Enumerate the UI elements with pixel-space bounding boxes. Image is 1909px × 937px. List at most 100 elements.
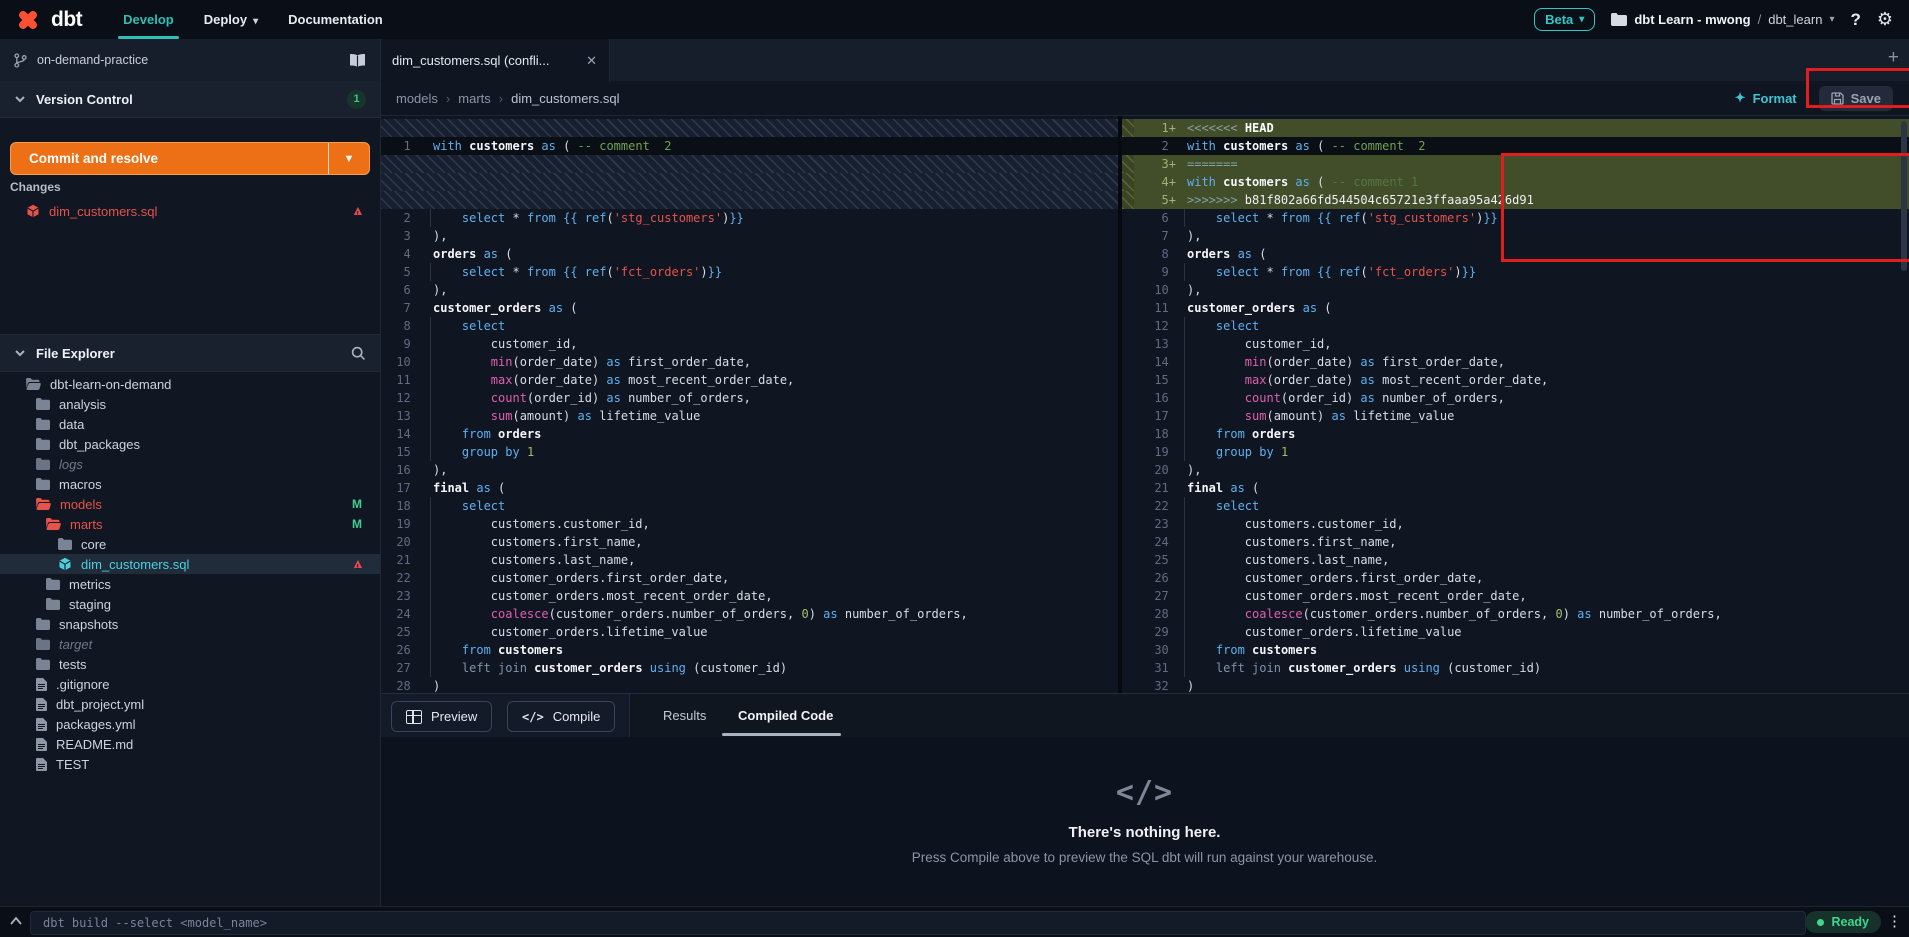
code-line[interactable]: 10 min(order_date) as first_order_date, [380, 353, 1118, 371]
code-line[interactable]: 5 select * from {{ ref('fct_orders')}} [380, 263, 1118, 281]
code-line[interactable]: 21 final as ( [1122, 479, 1909, 497]
code-line[interactable]: 18 select [380, 497, 1118, 515]
docs-book-icon[interactable] [349, 54, 366, 67]
code-line[interactable]: 21 customers.last_name, [380, 551, 1118, 569]
code-line[interactable]: 9 customer_id, [380, 335, 1118, 353]
tab-compiled-code[interactable]: Compiled Code [738, 694, 833, 738]
code-line[interactable]: 15 group by 1 [380, 443, 1118, 461]
tab-results[interactable]: Results [663, 694, 706, 738]
code-line[interactable]: 3 ), [380, 227, 1118, 245]
tree-item-macros[interactable]: macros [0, 474, 380, 494]
code-line[interactable]: 25 customer_orders.lifetime_value [380, 623, 1118, 641]
code-line[interactable]: 14 min(order_date) as first_order_date, [1122, 353, 1909, 371]
code-line[interactable]: 27 customer_orders.most_recent_order_dat… [1122, 587, 1909, 605]
new-tab-button[interactable]: + [1888, 47, 1899, 69]
code-line[interactable]: 26 customer_orders.first_order_date, [1122, 569, 1909, 587]
tree-item-packages-yml[interactable]: packages.yml [0, 714, 380, 734]
code-line[interactable]: 12 select [1122, 317, 1909, 335]
tree-item-dbt-project-yml[interactable]: dbt_project.yml [0, 694, 380, 714]
format-button[interactable]: ✦ Format [1735, 90, 1797, 106]
code-line[interactable]: 1 with customers as ( -- comment 2 [380, 137, 1118, 155]
code-line[interactable]: 30 from customers [1122, 641, 1909, 659]
code-line[interactable]: 27 left join customer_orders using (cust… [380, 659, 1118, 677]
version-control-header[interactable]: Version Control 1 [0, 81, 380, 118]
code-line[interactable]: 23 customer_orders.most_recent_order_dat… [380, 587, 1118, 605]
code-line[interactable]: 29 customer_orders.lifetime_value [1122, 623, 1909, 641]
tree-item-staging[interactable]: staging [0, 594, 380, 614]
code-line[interactable]: 14 from orders [380, 425, 1118, 443]
nav-item-develop[interactable]: Develop [108, 0, 189, 39]
code-line[interactable]: 13 customer_id, [1122, 335, 1909, 353]
code-line[interactable]: 9 select * from {{ ref('fct_orders')}} [1122, 263, 1909, 281]
code-line[interactable]: 1+<<<<<<< HEAD [1122, 119, 1909, 137]
code-line[interactable]: 18 from orders [1122, 425, 1909, 443]
breadcrumb-item[interactable]: marts [458, 91, 491, 106]
editor-pane-result[interactable]: 1 with customers as ( -- comment 2 2 sel… [380, 115, 1118, 693]
nav-item-deploy[interactable]: Deploy▾ [189, 0, 273, 39]
code-line[interactable]: 11 max(order_date) as most_recent_order_… [380, 371, 1118, 389]
code-line[interactable]: 24 customers.first_name, [1122, 533, 1909, 551]
commit-and-resolve-button[interactable]: Commit and resolve ▼ [10, 142, 370, 175]
code-line[interactable]: 17 final as ( [380, 479, 1118, 497]
code-line[interactable]: 31 left join customer_orders using (cust… [1122, 659, 1909, 677]
tree-item-snapshots[interactable]: snapshots [0, 614, 380, 634]
code-line[interactable]: 22 select [1122, 497, 1909, 515]
code-line[interactable]: 7 customer_orders as ( [380, 299, 1118, 317]
kebab-menu-icon[interactable]: ⋮ [1887, 912, 1902, 930]
code-line[interactable]: 6 ), [380, 281, 1118, 299]
changed-file-row[interactable]: dim_customers.sql ▲! [0, 200, 380, 222]
branch-row[interactable]: on-demand-practice [0, 39, 380, 82]
code-line[interactable]: 15 max(order_date) as most_recent_order_… [1122, 371, 1909, 389]
help-icon[interactable]: ? [1850, 10, 1860, 30]
gear-icon[interactable]: ⚙ [1877, 9, 1893, 30]
beta-dropdown[interactable]: Beta ▾ [1534, 8, 1595, 31]
code-line[interactable]: 10 ), [1122, 281, 1909, 299]
file-explorer-header[interactable]: File Explorer [0, 334, 380, 372]
breadcrumb-item[interactable]: dim_customers.sql [511, 91, 619, 106]
status-badge[interactable]: Ready [1805, 911, 1881, 933]
tree-item-tests[interactable]: tests [0, 654, 380, 674]
tree-item-test[interactable]: TEST [0, 754, 380, 774]
code-line[interactable]: 26 from customers [380, 641, 1118, 659]
code-line[interactable]: 17 sum(amount) as lifetime_value [1122, 407, 1909, 425]
tree-item--gitignore[interactable]: .gitignore [0, 674, 380, 694]
search-icon[interactable] [351, 346, 366, 361]
code-line[interactable]: 19 customers.customer_id, [380, 515, 1118, 533]
dbt-logo-icon[interactable] [14, 6, 42, 34]
code-line[interactable]: 16 count(order_id) as number_of_orders, [1122, 389, 1909, 407]
tab-dim-customers[interactable]: dim_customers.sql (confli... ✕ [380, 39, 610, 82]
preview-button[interactable]: Preview [391, 701, 492, 732]
code-line[interactable]: 13 sum(amount) as lifetime_value [380, 407, 1118, 425]
code-line[interactable]: 24 coalesce(customer_orders.number_of_or… [380, 605, 1118, 623]
tree-item-dbt-learn-on-demand[interactable]: dbt-learn-on-demand [0, 374, 380, 394]
tree-item-metrics[interactable]: metrics [0, 574, 380, 594]
project-selector[interactable]: dbt Learn - mwong / dbt_learn ▾ [1611, 12, 1834, 27]
tree-item-dbt-packages[interactable]: dbt_packages [0, 434, 380, 454]
close-icon[interactable]: ✕ [586, 53, 597, 69]
dbt-logo-text[interactable]: dbt [51, 8, 82, 32]
breadcrumb-item[interactable]: models [396, 91, 438, 106]
code-line[interactable]: 32 ) [1122, 677, 1909, 693]
compile-button[interactable]: </> Compile [507, 701, 615, 732]
tree-item-data[interactable]: data [0, 414, 380, 434]
tree-item-analysis[interactable]: analysis [0, 394, 380, 414]
code-line[interactable]: 12 count(order_id) as number_of_orders, [380, 389, 1118, 407]
tree-item-target[interactable]: target [0, 634, 380, 654]
tree-item-models[interactable]: modelsM [0, 494, 380, 514]
code-line[interactable]: 2 select * from {{ ref('stg_customers')}… [380, 209, 1118, 227]
code-line[interactable]: 22 customer_orders.first_order_date, [380, 569, 1118, 587]
code-line[interactable]: 20 ), [1122, 461, 1909, 479]
tree-item-core[interactable]: core [0, 534, 380, 554]
code-line[interactable]: 4 orders as ( [380, 245, 1118, 263]
code-line[interactable]: 11 customer_orders as ( [1122, 299, 1909, 317]
code-line[interactable]: 20 customers.first_name, [380, 533, 1118, 551]
tree-item-readme-md[interactable]: README.md [0, 734, 380, 754]
code-line[interactable]: 23 customers.customer_id, [1122, 515, 1909, 533]
command-input[interactable]: dbt build --select <model_name> [30, 911, 1806, 935]
nav-item-documentation[interactable]: Documentation [273, 0, 398, 39]
code-line[interactable]: 16 ), [380, 461, 1118, 479]
tree-item-dim-customers-sql[interactable]: dim_customers.sql▲! [0, 554, 380, 574]
tree-item-logs[interactable]: logs [0, 454, 380, 474]
code-line[interactable]: 28 coalesce(customer_orders.number_of_or… [1122, 605, 1909, 623]
code-line[interactable]: 28 ) [380, 677, 1118, 693]
